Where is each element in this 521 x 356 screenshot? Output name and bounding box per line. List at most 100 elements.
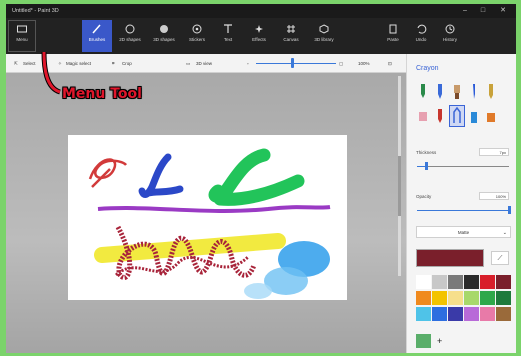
zoom-in-icon[interactable]: ▢: [339, 59, 343, 68]
thickness-slider-track[interactable]: [417, 166, 509, 167]
palette-color-swatch[interactable]: [464, 291, 479, 305]
3d-view-button[interactable]: 3D view: [196, 59, 212, 68]
eyedropper-icon: ⟋: [497, 255, 503, 262]
green-letter-stroke: [208, 148, 305, 206]
palette-color-swatch[interactable]: [416, 307, 431, 321]
calligraphy-pen-icon[interactable]: [433, 82, 447, 102]
tab-label: 3D library: [314, 37, 334, 42]
tab-label: Effects: [252, 37, 266, 42]
palette-color-swatch[interactable]: [496, 275, 511, 289]
scrollbar-thumb[interactable]: [398, 156, 401, 216]
thickness-value[interactable]: 7px: [479, 148, 509, 156]
tab-stickers[interactable]: Stickers: [182, 20, 212, 52]
zoom-slider-thumb[interactable]: [291, 58, 294, 68]
tab-label: Stickers: [188, 37, 205, 42]
palette-color-swatch[interactable]: [464, 275, 479, 289]
tab-label: Brushes: [88, 37, 106, 42]
thickness-slider-thumb[interactable]: [424, 162, 428, 170]
tab-3d-shapes[interactable]: 3D shapes: [148, 20, 180, 52]
palette-color-swatch[interactable]: [416, 275, 431, 289]
current-color-swatch[interactable]: [416, 249, 484, 267]
marker-brush-icon[interactable]: [416, 82, 430, 102]
oil-brush-icon[interactable]: [450, 82, 464, 102]
palette-color-swatch[interactable]: [480, 275, 495, 289]
pencil-icon[interactable]: [484, 82, 498, 102]
palette-color-swatch[interactable]: [448, 291, 463, 305]
opacity-value[interactable]: 100%: [479, 192, 509, 200]
palette-color-swatch[interactable]: [432, 275, 447, 289]
paint3d-window: Untitled* - Paint 3D – □ ✕ Menu Brushes …: [6, 4, 516, 353]
button-label: Undo: [415, 37, 427, 42]
fit-screen-icon[interactable]: ⊡: [388, 59, 392, 68]
zoom-out-icon[interactable]: ▫: [247, 59, 249, 68]
crayon-selected-icon[interactable]: [449, 105, 465, 127]
paste-button[interactable]: Paste: [380, 20, 406, 52]
tab-text[interactable]: Text: [214, 20, 242, 52]
button-label: Paste: [387, 37, 399, 42]
history-icon: [445, 24, 455, 34]
3d-library-icon: [319, 24, 329, 34]
zoom-level: 100%: [358, 61, 370, 66]
palette-color-swatch[interactable]: [480, 307, 495, 321]
palette-color-swatch[interactable]: [448, 307, 463, 321]
finish-dropdown[interactable]: Matte ⌄: [416, 226, 511, 238]
spray-can-icon[interactable]: [467, 106, 481, 126]
window-title: Untitled* - Paint 3D: [12, 8, 59, 14]
annotation-label: Menu Tool: [62, 86, 142, 102]
tab-3d-library[interactable]: 3D library: [308, 20, 340, 52]
minimize-button[interactable]: –: [458, 6, 472, 16]
close-button[interactable]: ✕: [496, 6, 510, 16]
tab-canvas[interactable]: Canvas: [276, 20, 306, 52]
drawing-canvas[interactable]: [68, 135, 347, 300]
opacity-slider-fill: [417, 210, 509, 211]
palette-color-swatch[interactable]: [464, 307, 479, 321]
canvas-artwork: [88, 148, 331, 299]
tab-label: 2D shapes: [119, 37, 141, 42]
undo-button[interactable]: Undo: [408, 20, 434, 52]
eraser-icon[interactable]: [416, 106, 430, 126]
palette-color-swatch[interactable]: [480, 291, 495, 305]
paste-icon: [389, 24, 397, 34]
select-icon: ⇱: [14, 61, 18, 66]
undo-icon: [417, 24, 427, 34]
crayon-brush-icon[interactable]: [433, 106, 447, 126]
fill-bucket-icon[interactable]: [484, 106, 498, 126]
palette-color-swatch[interactable]: [496, 307, 511, 321]
palette-color-swatch[interactable]: [432, 291, 447, 305]
effects-icon: [255, 25, 263, 33]
palette-color-swatch[interactable]: [448, 275, 463, 289]
panel-title: Crayon: [416, 65, 439, 72]
crop-button[interactable]: Crop: [122, 59, 132, 68]
brush-icon: [92, 24, 101, 34]
2d-shapes-icon: [125, 24, 135, 34]
tab-effects[interactable]: Effects: [244, 20, 274, 52]
palette-color-swatch[interactable]: [432, 307, 447, 321]
palette-color-swatch[interactable]: [496, 291, 511, 305]
3d-shapes-icon: [160, 25, 168, 33]
add-color-button[interactable]: +: [437, 336, 442, 346]
crop-icon: ⌗: [112, 61, 115, 66]
history-button[interactable]: History: [436, 20, 464, 52]
palette-color-swatch[interactable]: [416, 291, 431, 305]
opacity-label: Opacity: [416, 194, 432, 199]
tab-2d-shapes[interactable]: 2D shapes: [114, 20, 146, 52]
3d-view-icon: ▭: [186, 61, 191, 66]
tab-brushes[interactable]: Brushes: [82, 20, 112, 52]
tab-label: 3D shapes: [153, 37, 175, 42]
canvas-icon: [287, 25, 295, 33]
vertical-scrollbar[interactable]: [398, 76, 401, 276]
custom-color-swatch[interactable]: [416, 334, 431, 348]
button-label: History: [442, 37, 457, 42]
finish-value: Matte: [457, 230, 470, 235]
chevron-down-icon: ⌄: [502, 230, 507, 236]
eyedropper-button[interactable]: ⟋: [491, 251, 509, 265]
watercolor-brush-icon[interactable]: [467, 82, 481, 102]
menu-label: Menu: [16, 37, 28, 42]
folder-icon: [17, 25, 27, 33]
zoom-slider-track[interactable]: [256, 63, 336, 64]
maximize-button[interactable]: □: [476, 6, 490, 16]
title-bar: Untitled* - Paint 3D – □ ✕: [6, 4, 516, 18]
tab-label: Canvas: [283, 37, 299, 42]
opacity-slider-thumb[interactable]: [507, 206, 511, 214]
stickers-icon: [192, 24, 202, 34]
